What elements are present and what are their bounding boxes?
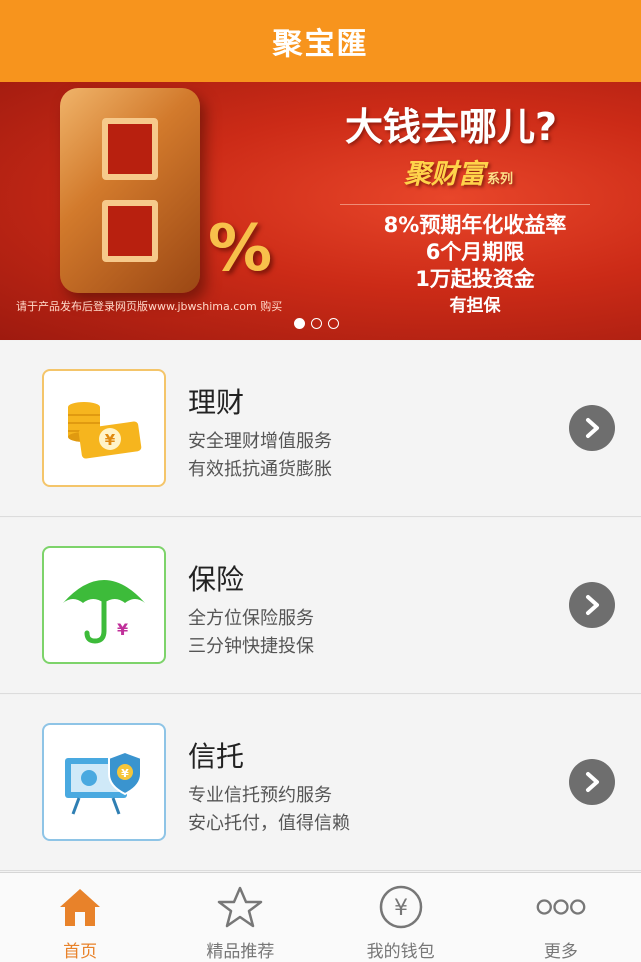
- service-title: 理财: [188, 386, 245, 419]
- tab-more[interactable]: 更多: [481, 873, 641, 962]
- service-desc-1: 安全理财增值服务: [188, 431, 332, 452]
- banner-line-min: 1万起投资金: [415, 267, 535, 291]
- banner-line-guarantee: 有担保: [449, 296, 501, 316]
- trust-certificate-icon: ¥: [42, 723, 166, 841]
- bottom-tab-bar: 首页 精品推荐 ¥ 我的钱包 更多: [0, 872, 641, 962]
- carousel-dot-2[interactable]: [311, 318, 322, 329]
- service-desc-2: 安心托付，值得信赖: [188, 813, 350, 834]
- carousel-dot-1[interactable]: [294, 318, 305, 329]
- service-title: 信托: [188, 740, 245, 773]
- service-desc-1: 专业信托预约服务: [188, 785, 332, 806]
- tab-label: 更多: [543, 942, 578, 962]
- app-title: 聚宝匯: [272, 27, 369, 62]
- star-icon: [214, 883, 266, 931]
- banner-divider: [340, 204, 590, 205]
- chevron-right-icon[interactable]: [569, 582, 615, 628]
- banner-series-logo: 聚财富 系列: [404, 152, 513, 191]
- carousel-dots[interactable]: [294, 318, 339, 329]
- tab-featured[interactable]: 精品推荐: [160, 873, 320, 962]
- wallet-yen-icon: ¥: [375, 883, 427, 931]
- home-icon: [54, 883, 106, 931]
- big-eight-graphic: [60, 88, 200, 293]
- service-desc-1: 全方位保险服务: [188, 608, 314, 629]
- tab-label: 精品推荐: [206, 942, 275, 962]
- series-suffix: 系列: [487, 172, 514, 187]
- tab-label: 我的钱包: [366, 942, 435, 962]
- service-card-xintuo[interactable]: ¥ 信托 专业信托预约服务 安心托付，值得信赖: [0, 695, 641, 871]
- promo-banner[interactable]: % 大钱去哪儿? 聚财富 系列 8%预期年化收益率 6个月期限 1万起投资金 有担…: [0, 82, 641, 340]
- banner-footnote: 请于产品发布后登录网页版www.jbwshima.com 购买: [16, 300, 283, 313]
- svg-text:¥: ¥: [117, 620, 128, 639]
- service-card-licai[interactable]: ¥ 理财 安全理财增值服务 有效抵抗通货膨胀: [0, 341, 641, 517]
- banner-feature-list: 8%预期年化收益率 6个月期限 1万起投资金 有担保: [360, 212, 590, 320]
- percent-sign: %: [208, 212, 273, 286]
- app-header: 聚宝匯: [0, 0, 641, 82]
- svg-text:¥: ¥: [105, 431, 116, 449]
- service-desc-2: 有效抵抗通货膨胀: [188, 459, 332, 480]
- banner-line-term: 6个月期限: [425, 240, 525, 264]
- umbrella-icon: ¥: [42, 546, 166, 664]
- tab-wallet[interactable]: ¥ 我的钱包: [321, 873, 481, 962]
- banner-headline: 大钱去哪儿?: [345, 105, 558, 149]
- carousel-dot-3[interactable]: [328, 318, 339, 329]
- service-card-baoxian[interactable]: ¥ 保险 全方位保险服务 三分钟快捷投保: [0, 518, 641, 694]
- more-dots-icon: [535, 883, 587, 931]
- series-name: 聚财富: [404, 159, 485, 190]
- svg-text:¥: ¥: [121, 767, 129, 780]
- banner-line-rate: 8%预期年化收益率: [383, 213, 567, 237]
- coins-money-icon: ¥: [42, 369, 166, 487]
- tab-label: 首页: [63, 942, 98, 962]
- chevron-right-icon[interactable]: [569, 759, 615, 805]
- svg-text:¥: ¥: [394, 896, 408, 921]
- tab-home[interactable]: 首页: [0, 873, 160, 962]
- service-desc-2: 三分钟快捷投保: [188, 636, 314, 657]
- service-title: 保险: [188, 563, 245, 596]
- chevron-right-icon[interactable]: [569, 405, 615, 451]
